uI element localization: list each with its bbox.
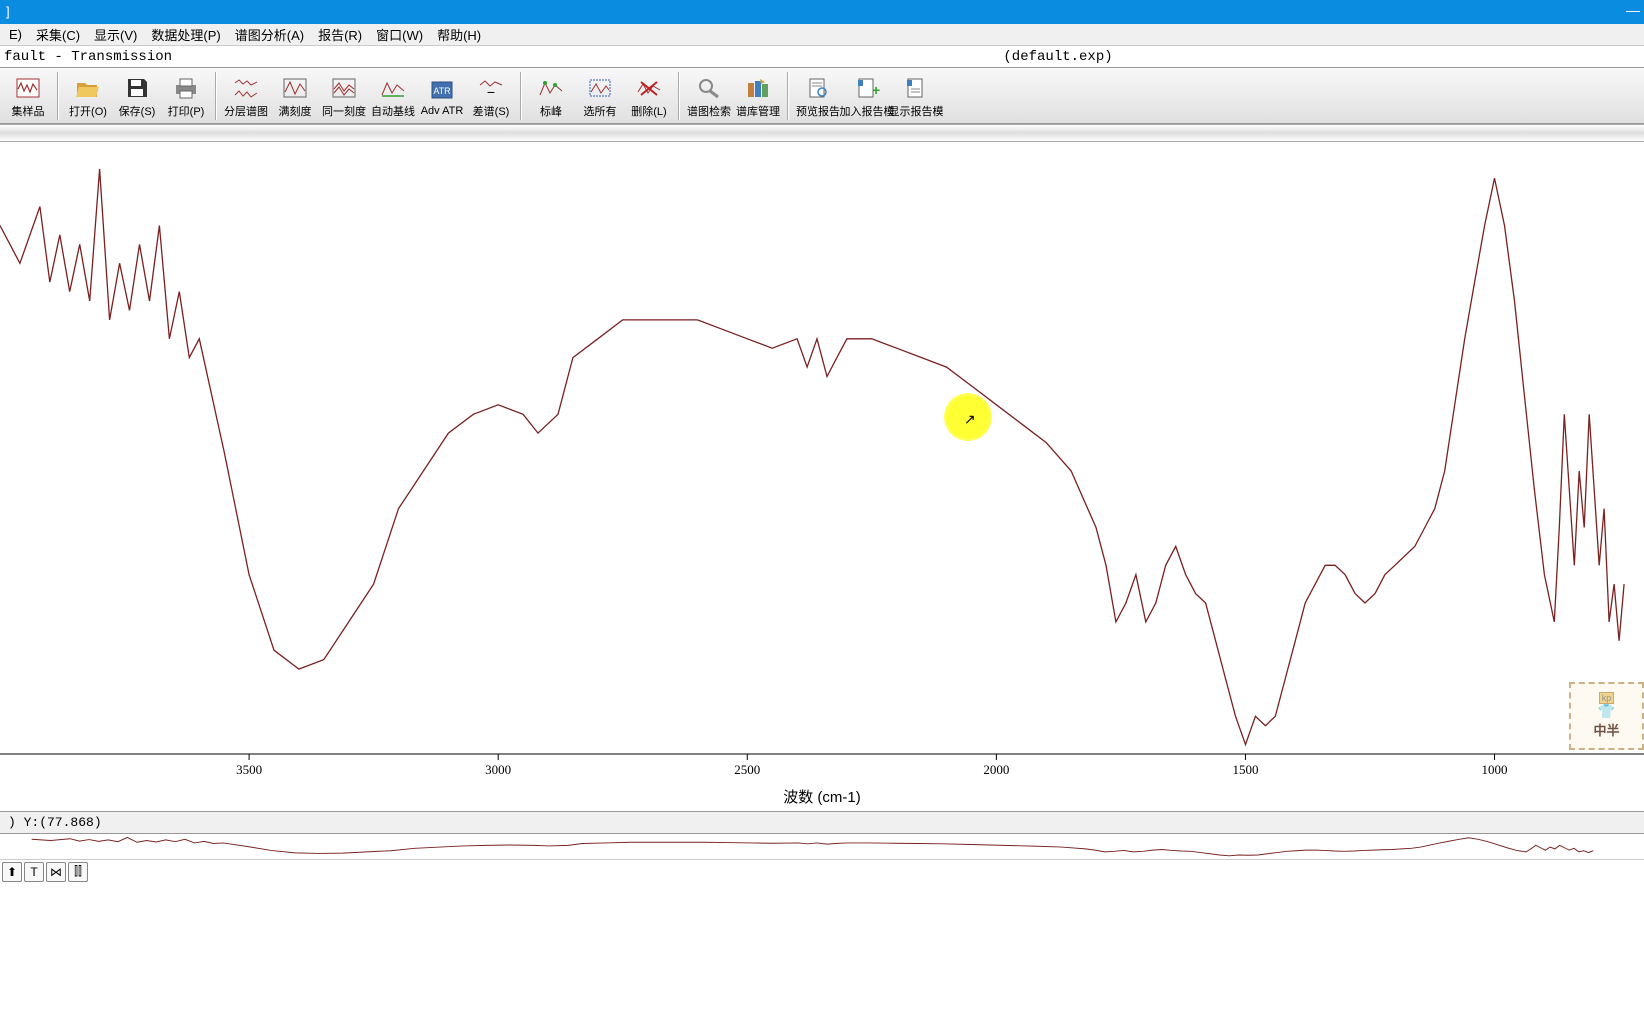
toolbar-separator [787, 72, 789, 120]
preview-report-icon [803, 74, 833, 102]
find-peaks-icon [536, 74, 566, 102]
menu-analyze[interactable]: 谱图分析(A) [228, 23, 311, 46]
menu-process[interactable]: 数据处理(P) [144, 23, 227, 46]
spectrum-chart-area[interactable]: 3500 3000 2500 2000 1500 1000 kp 👕 中半 [0, 142, 1644, 782]
stack-spectra-icon [231, 74, 261, 102]
panel-divider[interactable] [0, 124, 1644, 142]
toolbar-group-peaks: 标峰 选所有 删除(L) [525, 70, 675, 122]
toolbar-group-display: 分层谱图 满刻度 同一刻度 自动基线 ATR Adv ATR − 差谱(S) [220, 70, 517, 122]
save-icon [122, 74, 152, 102]
chart-x-axis-label: 波数 (cm-1) [0, 782, 1644, 811]
mini-btn-4[interactable]: ⫿⫿ [68, 862, 88, 882]
svg-text:1500: 1500 [1232, 762, 1258, 777]
show-report-button[interactable]: 显示报告模 [892, 70, 940, 122]
print-button[interactable]: 打印(P) [162, 70, 210, 122]
document-mode: fault - Transmission [4, 49, 172, 65]
titlebar-text: ] [0, 4, 10, 19]
stack-spectra-button[interactable]: 分层谱图 [222, 70, 270, 122]
svg-text:2000: 2000 [983, 762, 1009, 777]
auto-baseline-icon [378, 74, 408, 102]
window-controls[interactable]: — [1626, 2, 1640, 18]
subtract-icon: − [476, 74, 506, 102]
toolbar: 集样品 打开(O) 保存(S) 打印(P) 分层谱图 满刻度 同一刻度 [0, 68, 1644, 124]
common-scale-button[interactable]: 同一刻度 [320, 70, 368, 122]
select-all-button[interactable]: 选所有 [576, 70, 624, 122]
spectrum-overview-strip[interactable] [0, 833, 1644, 859]
status-bar: ) Y:(77.868) [0, 811, 1644, 833]
svg-text:−: − [487, 84, 495, 99]
svg-text:2500: 2500 [734, 762, 760, 777]
toolbar-group-collect: 集样品 [2, 70, 54, 122]
window-titlebar: ] — [0, 0, 1644, 24]
mini-btn-2[interactable]: T [24, 862, 44, 882]
svg-text:3000: 3000 [485, 762, 511, 777]
show-report-icon [901, 74, 931, 102]
toolbar-separator [57, 72, 59, 120]
library-manager-button[interactable]: 谱库管理 [734, 70, 782, 122]
select-all-icon [585, 74, 615, 102]
collect-sample-icon [13, 74, 43, 102]
spectrum-plot[interactable]: 3500 3000 2500 2000 1500 1000 [0, 142, 1644, 782]
delete-button[interactable]: 删除(L) [625, 70, 673, 122]
overview-plot[interactable] [0, 834, 1644, 859]
toolbar-group-report: 预览报告 + 加入报告模 显示报告模 [792, 70, 942, 122]
library-icon [743, 74, 773, 102]
svg-text:+: + [872, 82, 880, 98]
add-report-icon: + [852, 74, 882, 102]
common-scale-icon [329, 74, 359, 102]
menu-window[interactable]: 窗口(W) [369, 23, 430, 46]
toolbar-separator [520, 72, 522, 120]
find-peaks-button[interactable]: 标峰 [527, 70, 575, 122]
auto-baseline-button[interactable]: 自动基线 [369, 70, 417, 122]
add-to-report-button[interactable]: + 加入报告模 [843, 70, 891, 122]
toolbar-group-file: 打开(O) 保存(S) 打印(P) [62, 70, 212, 122]
experiment-name: (default.exp) [172, 49, 1644, 65]
subtract-button[interactable]: − 差谱(S) [467, 70, 515, 122]
shirt-icon: 👕 [1598, 703, 1615, 720]
menu-edit[interactable]: E) [2, 25, 29, 44]
mini-btn-1[interactable]: ⬆ [2, 862, 22, 882]
menu-collect[interactable]: 采集(C) [29, 23, 87, 46]
preview-report-button[interactable]: 预览报告 [794, 70, 842, 122]
watermark-badge: kp 👕 中半 [1569, 682, 1644, 750]
bottom-toolbar: ⬆ T ⋈ ⫿⫿ [0, 859, 1644, 883]
menu-report[interactable]: 报告(R) [311, 23, 369, 46]
toolbar-group-library: 谱图检索 谱库管理 [683, 70, 784, 122]
toolbar-separator [215, 72, 217, 120]
save-button[interactable]: 保存(S) [113, 70, 161, 122]
document-subtitle-bar: fault - Transmission (default.exp) [0, 46, 1644, 68]
full-scale-icon [280, 74, 310, 102]
full-scale-button[interactable]: 满刻度 [271, 70, 319, 122]
folder-open-icon [73, 74, 103, 102]
svg-text:3500: 3500 [236, 762, 262, 777]
collect-sample-button[interactable]: 集样品 [4, 70, 52, 122]
search-icon [694, 74, 724, 102]
menubar: E) 采集(C) 显示(V) 数据处理(P) 谱图分析(A) 报告(R) 窗口(… [0, 24, 1644, 46]
delete-icon [634, 74, 664, 102]
search-library-button[interactable]: 谱图检索 [685, 70, 733, 122]
menu-help[interactable]: 帮助(H) [430, 23, 488, 46]
svg-text:1000: 1000 [1482, 762, 1508, 777]
menu-display[interactable]: 显示(V) [87, 23, 144, 46]
atr-icon: ATR [427, 76, 457, 104]
adv-atr-button[interactable]: ATR Adv ATR [418, 70, 466, 122]
cursor-coordinates: ) Y:(77.868) [8, 815, 102, 830]
mini-btn-3[interactable]: ⋈ [46, 862, 66, 882]
toolbar-separator [678, 72, 680, 120]
open-button[interactable]: 打开(O) [64, 70, 112, 122]
svg-text:ATR: ATR [433, 86, 451, 96]
printer-icon [171, 74, 201, 102]
